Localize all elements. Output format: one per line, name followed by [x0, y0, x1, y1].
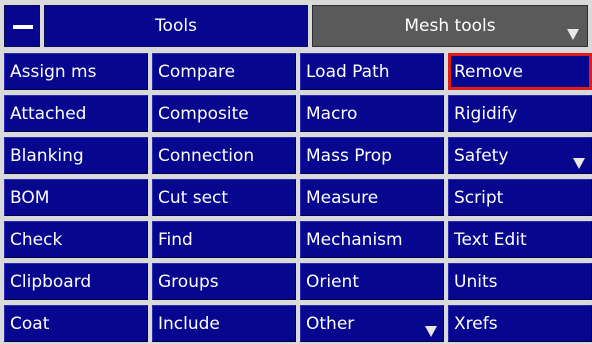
button-label: Composite [158, 103, 249, 124]
other-button[interactable]: Other [300, 305, 444, 342]
compare-button[interactable]: Compare [152, 53, 296, 90]
connection-button[interactable]: Connection [152, 137, 296, 174]
button-label: Cut sect [158, 187, 229, 208]
tab-mesh-tools[interactable]: Mesh tools [312, 5, 588, 47]
xrefs-button[interactable]: Xrefs [448, 305, 592, 342]
rigidify-button[interactable]: Rigidify [448, 95, 592, 132]
tab-tools-label: Tools [155, 16, 197, 36]
cut-sect-button[interactable]: Cut sect [152, 179, 296, 216]
button-label: Check [10, 229, 63, 250]
mechanism-button[interactable]: Mechanism [300, 221, 444, 258]
mass-prop-button[interactable]: Mass Prop [300, 137, 444, 174]
assign-ms-button[interactable]: Assign ms [4, 53, 148, 90]
button-label: Other [306, 313, 355, 334]
button-label: Include [158, 313, 220, 334]
triangle-down-icon [573, 158, 585, 169]
attached-button[interactable]: Attached [4, 95, 148, 132]
macro-button[interactable]: Macro [300, 95, 444, 132]
check-button[interactable]: Check [4, 221, 148, 258]
tab-mesh-tools-label: Mesh tools [404, 16, 496, 36]
button-label: Load Path [306, 61, 390, 82]
tools-panel: Tools Mesh tools Assign ms Compare Load … [0, 0, 592, 344]
button-label: Safety [454, 145, 509, 166]
button-label: Xrefs [454, 313, 498, 334]
button-label: Clipboard [10, 271, 92, 292]
button-label: Coat [10, 313, 50, 334]
button-label: Find [158, 229, 193, 250]
button-label: Units [454, 271, 498, 292]
button-label: Mass Prop [306, 145, 392, 166]
minus-icon [13, 25, 33, 29]
minimize-button[interactable] [4, 5, 40, 47]
button-label: BOM [10, 187, 50, 208]
find-button[interactable]: Find [152, 221, 296, 258]
triangle-down-icon [425, 326, 437, 337]
coat-button[interactable]: Coat [4, 305, 148, 342]
button-label: Compare [158, 61, 236, 82]
button-label: Macro [306, 103, 358, 124]
blanking-button[interactable]: Blanking [4, 137, 148, 174]
measure-button[interactable]: Measure [300, 179, 444, 216]
text-edit-button[interactable]: Text Edit [448, 221, 592, 258]
button-label: Connection [158, 145, 255, 166]
units-button[interactable]: Units [448, 263, 592, 300]
script-button[interactable]: Script [448, 179, 592, 216]
button-label: Orient [306, 271, 359, 292]
button-label: Rigidify [454, 103, 518, 124]
clipboard-button[interactable]: Clipboard [4, 263, 148, 300]
button-label: Script [454, 187, 504, 208]
button-label: Blanking [10, 145, 84, 166]
button-label: Groups [158, 271, 219, 292]
button-label: Attached [10, 103, 87, 124]
orient-button[interactable]: Orient [300, 263, 444, 300]
tab-tools[interactable]: Tools [44, 5, 308, 47]
button-label: Measure [306, 187, 379, 208]
load-path-button[interactable]: Load Path [300, 53, 444, 90]
button-label: Remove [454, 61, 523, 82]
tool-button-grid: Assign ms Compare Load Path Remove Attac… [4, 53, 592, 342]
safety-button[interactable]: Safety [448, 137, 592, 174]
groups-button[interactable]: Groups [152, 263, 296, 300]
remove-button[interactable]: Remove [448, 53, 592, 90]
triangle-down-icon [567, 29, 579, 40]
panel-header: Tools Mesh tools [4, 5, 588, 47]
composite-button[interactable]: Composite [152, 95, 296, 132]
button-label: Mechanism [306, 229, 403, 250]
button-label: Text Edit [454, 229, 527, 250]
bom-button[interactable]: BOM [4, 179, 148, 216]
include-button[interactable]: Include [152, 305, 296, 342]
button-label: Assign ms [10, 61, 97, 82]
